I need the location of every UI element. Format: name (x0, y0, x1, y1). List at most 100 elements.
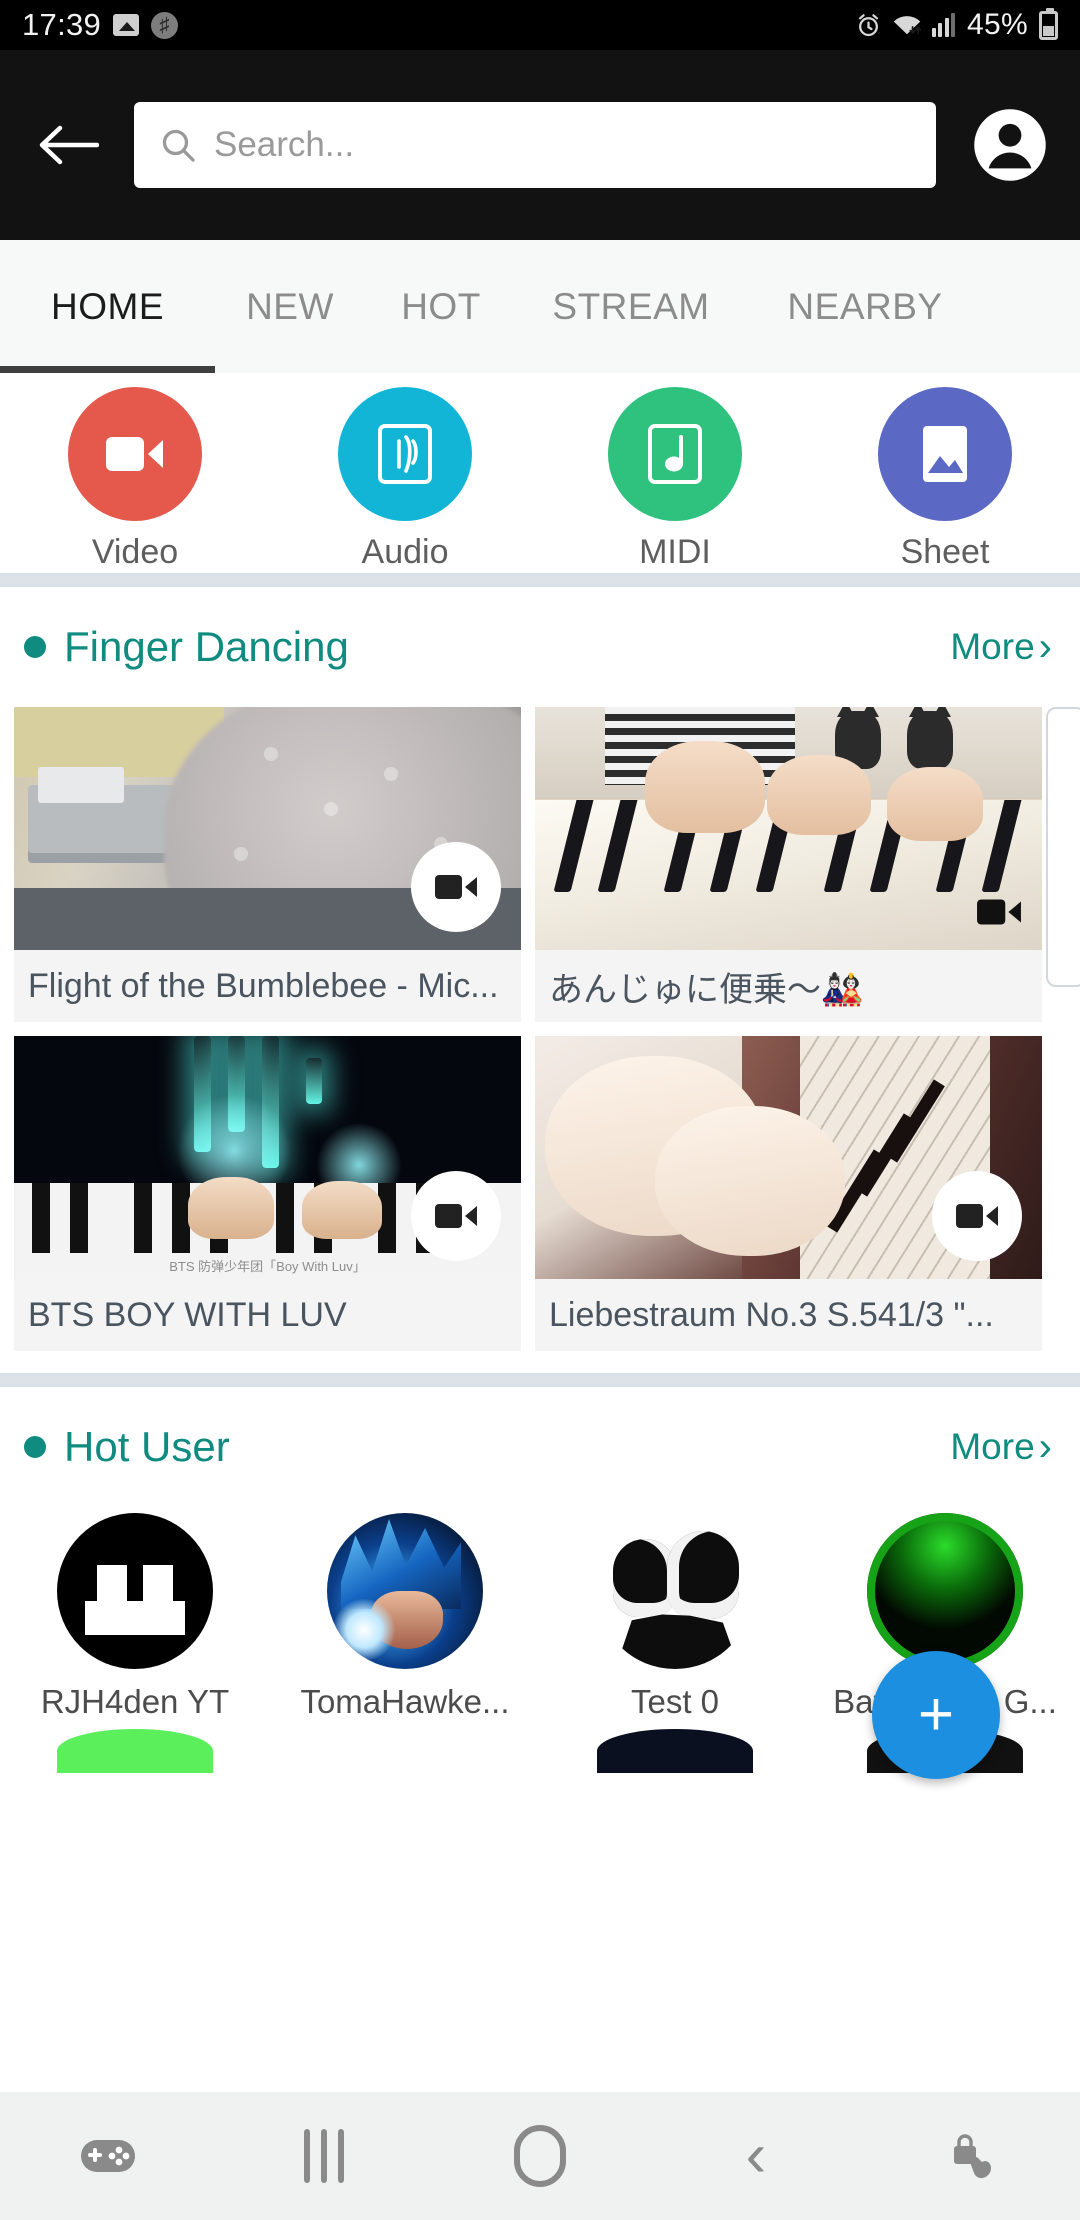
back-icon: ‹ (745, 2121, 767, 2190)
user-cell[interactable] (270, 1729, 540, 1773)
video-title: あんじゅに便乗〜🎎 (549, 970, 864, 1009)
video-title: Liebestraum No.3 S.541/3 "... (549, 1295, 994, 1334)
hot-user-section: Hot User More › RJH4den YT TomaHawke... … (0, 1387, 1080, 1779)
category-label: Sheet (900, 533, 990, 571)
user-name: Test 0 (630, 1683, 720, 1720)
image-sheet-icon (923, 426, 967, 482)
back-arrow-icon (39, 125, 99, 165)
video-category-circle (68, 387, 202, 521)
section-title: Finger Dancing (64, 623, 349, 670)
category-sheet[interactable]: Sheet (810, 387, 1080, 572)
peeking-card[interactable] (1046, 707, 1080, 987)
avatar (57, 1513, 213, 1669)
avatar (597, 1729, 753, 1773)
signal-icon (931, 13, 956, 37)
more-link[interactable]: More › (950, 1426, 1056, 1468)
video-badge-icon (932, 1171, 1022, 1261)
lock-touch-icon (954, 2134, 991, 2179)
music-note-icon (648, 424, 702, 484)
audio-category-circle (338, 387, 472, 521)
recents-icon (304, 2129, 344, 2183)
category-midi[interactable]: MIDI (540, 387, 810, 572)
user-cell[interactable] (540, 1729, 810, 1773)
user-cell[interactable]: TomaHawke... (270, 1513, 540, 1721)
status-bar-left: 17:39 ♯ (22, 7, 179, 43)
tab-nearby[interactable]: NEARBY (745, 240, 985, 373)
video-title: Flight of the Bumblebee - Mic... (28, 966, 499, 1005)
category-label: Audio (361, 533, 449, 571)
category-audio[interactable]: Audio (270, 387, 540, 572)
battery-percent: 45% (967, 8, 1028, 41)
video-camera-icon (435, 1204, 477, 1228)
user-cell[interactable]: Test 0 (540, 1513, 810, 1721)
tab-new[interactable]: NEW (215, 240, 365, 373)
tab-stream[interactable]: STREAM (517, 240, 745, 373)
tab-indicator (0, 366, 215, 373)
home-icon (514, 2125, 566, 2187)
video-grid: Flight of the Bumblebee - Mic... あんじゅに便乗… (0, 707, 1080, 1373)
more-link[interactable]: More › (950, 626, 1056, 668)
home-button[interactable] (432, 2125, 648, 2187)
chevron-right-icon: › (1038, 625, 1052, 669)
section-bullet-icon (24, 1436, 46, 1458)
video-thumbnail (535, 707, 1042, 950)
search-input[interactable]: Search... (134, 102, 936, 188)
video-camera-icon (956, 1204, 998, 1228)
plus-icon: + (917, 1680, 955, 1749)
avatar (867, 1513, 1023, 1669)
video-card[interactable]: Liebestraum No.3 S.541/3 "... (535, 1036, 1042, 1351)
tab-bar: HOME NEW HOT STREAM NEARBY (0, 240, 1080, 373)
recents-button[interactable] (216, 2129, 432, 2183)
alarm-icon (858, 13, 878, 36)
thumbnail-art (535, 707, 1042, 950)
user-cell[interactable]: RJH4den YT (0, 1513, 270, 1721)
wifi-icon (893, 16, 921, 35)
game-controller-icon (81, 2140, 135, 2172)
video-camera-icon (977, 899, 1021, 925)
category-label: Video (91, 533, 179, 571)
search-placeholder: Search... (214, 125, 355, 164)
avatar (597, 1513, 753, 1669)
account-button[interactable] (968, 103, 1052, 187)
midi-category-circle (608, 387, 742, 521)
audio-waves-icon (378, 424, 432, 484)
back-button[interactable]: ‹ (648, 2125, 864, 2187)
search-icon (162, 129, 195, 162)
tab-hot[interactable]: HOT (365, 240, 517, 373)
user-name: TomaHawke... (300, 1683, 510, 1720)
category-label: MIDI (639, 533, 711, 571)
video-badge-icon (411, 842, 501, 932)
video-thumbnail (14, 707, 521, 950)
user-name: RJH4den YT (40, 1683, 230, 1720)
more-label: More (950, 626, 1035, 667)
back-button[interactable] (28, 105, 108, 185)
image-icon (113, 14, 140, 36)
video-card[interactable]: あんじゅに便乗〜🎎 (535, 707, 1042, 1022)
video-thumbnail: BTS 防弹少年团「Boy With Luv」 (14, 1036, 521, 1279)
add-button[interactable]: + (872, 1651, 1000, 1779)
status-time: 17:39 (22, 7, 102, 42)
account-circle-icon (974, 109, 1046, 181)
video-camera-icon (106, 437, 163, 471)
video-camera-icon (435, 875, 477, 899)
game-launcher-button[interactable] (0, 2134, 216, 2178)
section-bullet-icon (24, 636, 46, 658)
video-card[interactable]: BTS 防弹少年团「Boy With Luv」 BTS BOY WITH LUV (14, 1036, 521, 1351)
lock-nav-button[interactable] (864, 2128, 1080, 2184)
tab-home[interactable]: HOME (0, 240, 215, 373)
status-bar-right: 45% (855, 7, 1058, 42)
category-video[interactable]: Video (0, 387, 270, 572)
section-header: Finger Dancing More › (0, 587, 1080, 707)
avatar (57, 1729, 213, 1773)
category-row: Video Audio MIDI Sheet (0, 373, 1080, 573)
sheet-category-circle (878, 387, 1012, 521)
more-label: More (950, 1426, 1035, 1467)
section-divider (0, 1373, 1080, 1387)
video-badge-icon (976, 896, 1022, 928)
video-card[interactable]: Flight of the Bumblebee - Mic... (14, 707, 521, 1022)
app-bar: Search... (0, 50, 1080, 240)
finger-dancing-section: Finger Dancing More › Flight of the Bumb… (0, 587, 1080, 1373)
chevron-right-icon: › (1038, 1425, 1052, 1469)
user-cell[interactable] (0, 1729, 270, 1773)
section-header: Hot User More › (0, 1387, 1080, 1507)
